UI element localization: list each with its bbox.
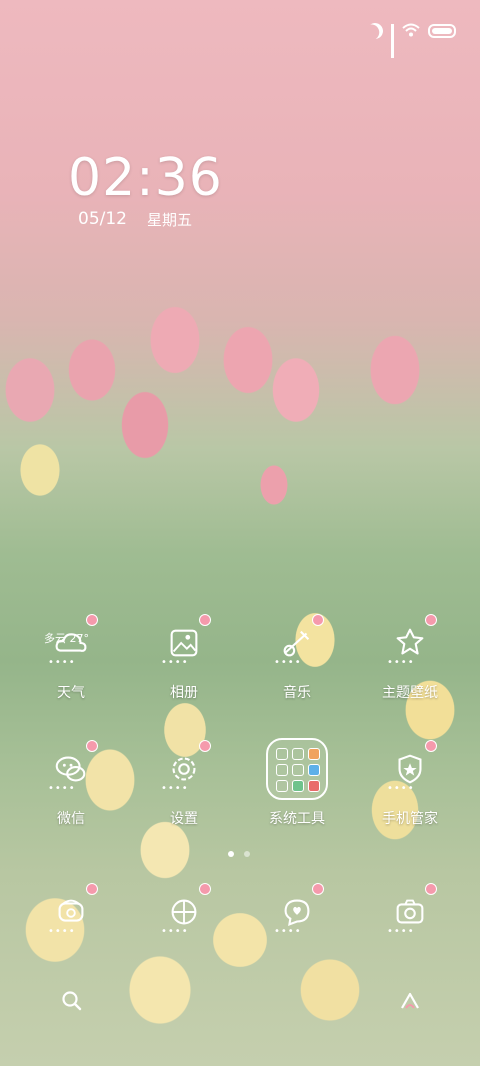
app-phone-manager[interactable]: •••• 手机管家 [360, 740, 460, 852]
app-weather[interactable]: 多云 27° •••• 天气 [21, 614, 121, 726]
app-label: 手机管家 [382, 811, 438, 827]
app-label: 相册 [170, 685, 198, 701]
theme-icon: •••• [383, 614, 437, 670]
app-system-tools[interactable]: 系统工具 [247, 738, 347, 852]
dock-camera[interactable]: •••• [360, 883, 460, 945]
app-music[interactable]: •••• 音乐 [247, 614, 347, 726]
app-label: 音乐 [283, 685, 311, 701]
clock-time[interactable]: 02:36 [68, 148, 223, 208]
page-indicator [228, 851, 250, 857]
clock-date: 05/12 星期五 [78, 209, 192, 230]
app-label: 微信 [57, 811, 85, 827]
folder-icon [266, 738, 328, 800]
signal-icon [391, 24, 394, 58]
music-icon: •••• [270, 614, 324, 670]
app-gallery[interactable]: •••• 相册 [134, 614, 234, 726]
page-dot [244, 851, 250, 857]
messages-icon: •••• [270, 883, 324, 939]
search-bar[interactable] [46, 978, 436, 1028]
date-text: 05/12 [78, 209, 127, 229]
battery-icon [428, 24, 456, 38]
gallery-icon: •••• [157, 614, 211, 670]
page-dot-active [228, 851, 234, 857]
assistant-icon[interactable] [398, 989, 422, 1017]
phone-icon: •••• [44, 883, 98, 939]
weather-text: 多云 27° [44, 632, 89, 645]
app-label: 系统工具 [269, 811, 325, 827]
app-settings[interactable]: •••• 设置 [134, 740, 234, 852]
dock-phone[interactable]: •••• [21, 883, 121, 945]
app-label: 设置 [170, 811, 198, 827]
moon-icon [365, 21, 386, 42]
search-icon[interactable] [60, 989, 84, 1017]
app-wechat[interactable]: •••• 微信 [21, 740, 121, 852]
camera-icon: •••• [383, 883, 437, 939]
status-bar [365, 18, 456, 58]
app-theme[interactable]: •••• 主题壁纸 [360, 614, 460, 726]
wechat-icon: •••• [44, 740, 98, 796]
dock-browser[interactable]: •••• [134, 883, 234, 945]
settings-icon: •••• [157, 740, 211, 796]
wifi-icon [402, 23, 420, 40]
security-icon: •••• [383, 740, 437, 796]
weather-icon: 多云 27° •••• [44, 614, 98, 670]
dock-messages[interactable]: •••• [247, 883, 347, 945]
app-label: 天气 [57, 685, 85, 701]
browser-icon: •••• [157, 883, 211, 939]
weekday-text: 星期五 [147, 211, 193, 229]
app-label: 主题壁纸 [382, 685, 438, 701]
